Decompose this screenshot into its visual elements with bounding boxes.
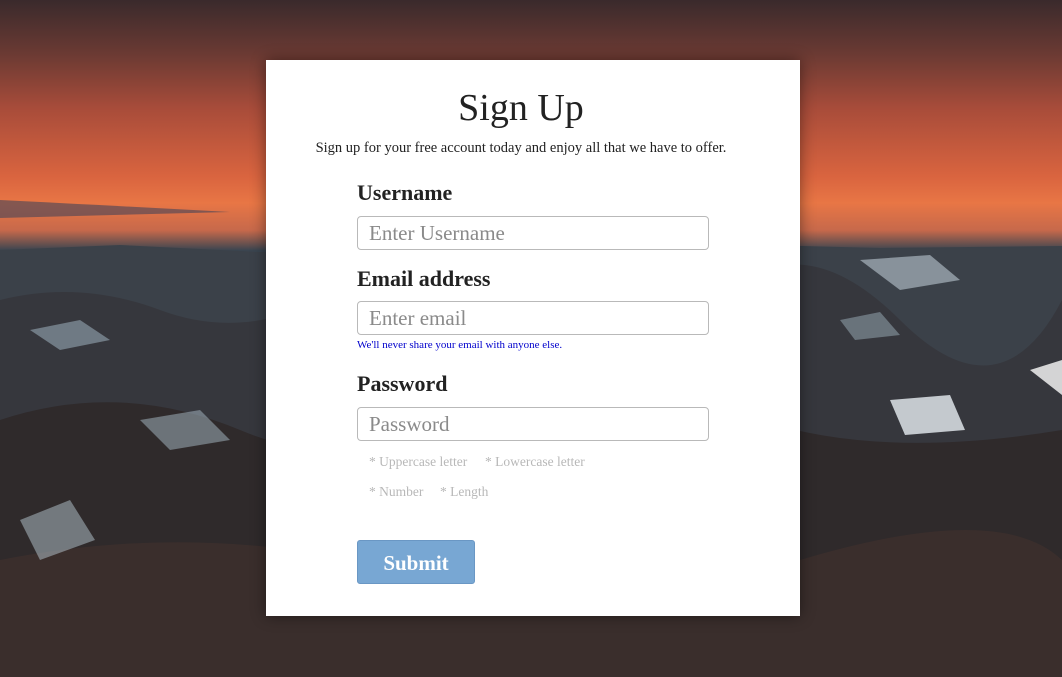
password-field-wrapper bbox=[357, 407, 709, 441]
username-field-wrapper bbox=[357, 216, 709, 250]
requirement-length: * Length bbox=[440, 484, 489, 499]
signup-card: Sign Up Sign up for your free account to… bbox=[266, 60, 800, 616]
email-field-wrapper bbox=[357, 301, 709, 335]
password-input[interactable] bbox=[358, 408, 708, 440]
username-label: Username bbox=[357, 180, 453, 205]
requirement-lowercase: * Lowercase letter bbox=[485, 454, 585, 469]
requirement-uppercase: * Uppercase letter bbox=[369, 454, 468, 469]
requirement-number: * Number bbox=[369, 484, 424, 499]
username-input[interactable] bbox=[358, 217, 708, 249]
email-label: Email address bbox=[357, 266, 491, 291]
email-help-text: We'll never share your email with anyone… bbox=[357, 339, 563, 351]
password-label: Password bbox=[357, 371, 448, 396]
page-title: Sign Up bbox=[458, 87, 584, 129]
email-input[interactable] bbox=[358, 302, 708, 334]
signup-subtitle: Sign up for your free account today and … bbox=[315, 140, 727, 156]
submit-button[interactable]: Submit bbox=[357, 540, 475, 584]
